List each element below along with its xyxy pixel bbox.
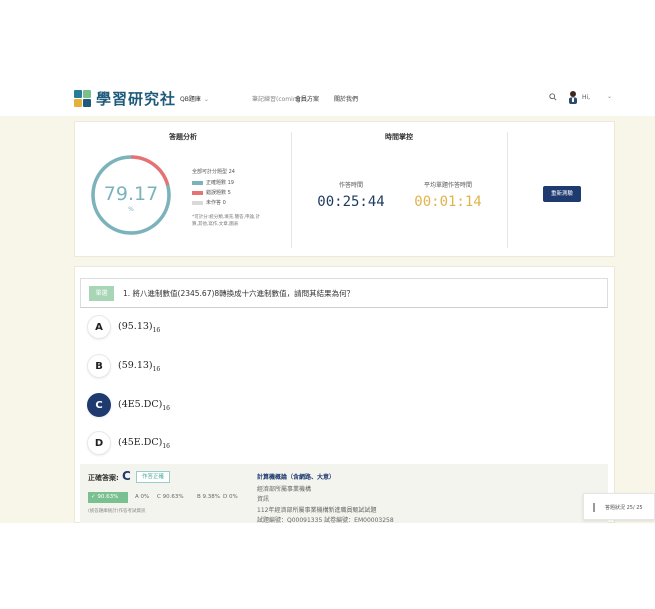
nav-membership[interactable]: 會員方案	[295, 94, 319, 103]
score-value: 79.17	[103, 183, 159, 205]
legend-wrong: 錯誤題數 5	[192, 189, 231, 196]
info-line: 試題編號：Q00091335 試卷編號：EM00003258	[257, 517, 394, 524]
legend-swatch	[192, 190, 203, 195]
logo-icon	[74, 89, 92, 108]
option-text: (45E.DC)16	[118, 436, 170, 450]
dist-a: A 0%	[135, 494, 150, 500]
info-line: 經濟部所屬事業機構	[257, 486, 312, 493]
elapsed-time: 00:25:44	[317, 194, 385, 210]
option-text: (95.13)16	[118, 320, 161, 334]
dist-b: B 9.38%	[197, 494, 220, 500]
nav-qb-bank[interactable]: QB題庫 ⌄	[180, 94, 209, 103]
greeting: Hi,	[582, 94, 591, 101]
chevron-down-icon[interactable]: ⌄	[607, 93, 612, 100]
info-line: 112年經濟部所屬事業機構新進職員甄試試題	[257, 507, 377, 514]
info-line: 資訊	[257, 496, 270, 503]
score-unit: %	[128, 206, 134, 213]
site-logo[interactable]: 學習研究社	[74, 88, 176, 109]
answer-status-label: 答題狀況 25/ 25	[605, 505, 643, 511]
subject-title[interactable]: 計算機概論（含網路、大意）	[257, 472, 335, 481]
question-header: 單選 1. 將八進制數值(2345.67)8轉換成十六進制數值，請問其結果為何？	[80, 278, 608, 308]
nav-about[interactable]: 關於我們	[334, 94, 358, 103]
dist-c: C 90.63%	[157, 494, 184, 500]
stats-card: 答題分析 79.17 % 全部可計分題型 24 正確題數 19 錯誤題數 5 未…	[74, 121, 615, 257]
option-a[interactable]: A (95.13)16	[87, 315, 160, 339]
option-d[interactable]: D (45E.DC)16	[87, 431, 170, 455]
elapsed-label: 作答時間	[338, 182, 363, 189]
retake-button[interactable]: 重新測驗	[543, 186, 581, 202]
time-title: 時間掌控	[385, 133, 413, 141]
option-b[interactable]: B (59.13)16	[87, 354, 160, 378]
avg-label: 平均單題作答時間	[423, 182, 472, 189]
option-letter: B	[87, 354, 111, 378]
correct-answer-letter: C	[122, 469, 131, 483]
question-type-badge: 單選	[89, 286, 114, 301]
question-text: 1. 將八進制數值(2345.67)8轉換成十六進制數值，請問其結果為何？	[123, 289, 355, 298]
divider	[507, 132, 508, 248]
divider	[291, 132, 292, 248]
avatar[interactable]	[567, 90, 579, 104]
answer-status-button[interactable]: 答題狀況 25/ 25	[583, 493, 655, 520]
avg-time: 00:01:14	[414, 194, 482, 210]
logo-text: 學習研究社	[96, 90, 177, 108]
option-text: (4E5.DC)16	[118, 398, 170, 412]
chevron-down-icon: ⌄	[203, 96, 209, 103]
answer-note: (統答題庫統計)作答考試資訊	[88, 509, 146, 514]
answer-result-button[interactable]: 作答正確	[136, 471, 171, 483]
legend-total: 全部可計分題型 24	[192, 169, 235, 175]
legend-note: *可計分:統分類,填充,簡答,申論,計算,其他,寫作,文章,圖表	[192, 215, 260, 227]
legend-swatch	[192, 180, 203, 185]
legend-swatch	[192, 200, 203, 205]
answer-panel: 正確答案: C 作答正確 ✓ 90.63% A 0% C 90.63% B 9.…	[80, 464, 608, 524]
option-letter: A	[87, 315, 111, 339]
top-nav: 學習研究社 QB題庫 ⌄ 筆記練習(coming) ⌄ 會員方案 關於我們 Hi, …	[0, 84, 655, 114]
option-c[interactable]: C (4E5.DC)16	[87, 393, 170, 417]
correct-answer-label: 正確答案:	[88, 474, 119, 482]
option-letter-selected: C	[87, 393, 111, 417]
option-letter: D	[87, 431, 111, 455]
dist-d: D 0%	[223, 494, 238, 500]
legend-correct: 正確題數 19	[192, 179, 234, 186]
legend-unanswered: 未作答 0	[192, 199, 226, 206]
panel-icon	[593, 503, 595, 512]
option-text: (59.13)16	[118, 359, 161, 373]
accuracy-badge: ✓ 90.63%	[88, 492, 128, 503]
search-icon[interactable]	[549, 93, 557, 101]
analysis-title: 答題分析	[169, 133, 197, 141]
